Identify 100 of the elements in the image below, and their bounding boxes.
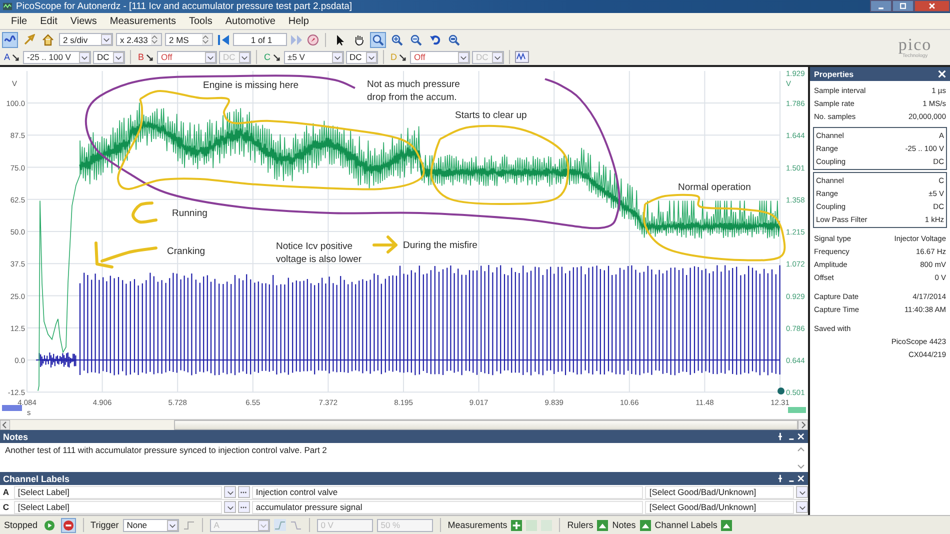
notes-text: Another test of 111 with accumulator pressure synced to injection control valve. Part 2: [5, 445, 327, 458]
window-title: PicoScope for Autonerdz - [111 Icv and accumulator pressure test part 2.psdata]: [16, 1, 352, 12]
compass-icon[interactable]: [307, 34, 319, 46]
annotation-text: Cranking: [167, 246, 206, 258]
chevron-down-icon: [81, 54, 88, 61]
panel-toggle-label: Rulers: [567, 520, 594, 530]
acquisition-state: Stopped: [4, 520, 38, 530]
annotation-text: Engine is missing here: [203, 80, 299, 92]
channel-letter: D: [390, 52, 398, 62]
add-measurement-icon[interactable]: [511, 520, 522, 531]
coupling-dropdown[interactable]: DC: [346, 50, 378, 64]
panel-controls-icon[interactable]: [777, 474, 805, 484]
magnifier-icon: [372, 34, 384, 46]
coupling-dropdown[interactable]: DC: [93, 50, 126, 64]
ruler-handle[interactable]: [778, 388, 784, 395]
scroll-right-button[interactable]: [798, 420, 808, 430]
label-dropdown[interactable]: [Select Label]: [14, 486, 222, 499]
more-button[interactable]: [238, 501, 250, 514]
channel-letter: A: [4, 52, 10, 62]
dropdown-button[interactable]: [224, 501, 236, 514]
show-panel-icon[interactable]: [721, 520, 732, 531]
trigger-mode-dropdown[interactable]: None: [122, 518, 179, 532]
hand-icon: [353, 34, 365, 46]
description-field[interactable]: Injection control valve: [252, 486, 644, 499]
maximize-icon: [899, 2, 907, 10]
channel-letter: C: [2, 502, 10, 512]
samples-spinbox[interactable]: 2 MS: [165, 33, 213, 46]
zoom-box-button[interactable]: [370, 32, 386, 48]
probe-icon[interactable]: [399, 54, 406, 61]
range-dropdown[interactable]: ±5 V: [284, 50, 344, 64]
home-button[interactable]: [40, 32, 56, 48]
menu-item[interactable]: Measurements: [110, 16, 176, 27]
scroll-left-button[interactable]: [0, 420, 10, 430]
range-dropdown[interactable]: -25 .. 100 V: [23, 50, 92, 64]
chevron-down-icon: [334, 54, 341, 61]
trigger-label: Trigger: [90, 520, 119, 530]
description-field[interactable]: accumulator pressure signal: [252, 500, 644, 514]
play-icon: [44, 520, 55, 531]
app-icon: [3, 2, 12, 12]
panel-toggle-label: Channel Labels: [654, 520, 718, 530]
dropdown-button[interactable]: [224, 486, 236, 498]
menu-item[interactable]: Help: [288, 16, 309, 27]
dropdown-button[interactable]: [796, 486, 808, 498]
zoom-in-icon: [391, 34, 403, 46]
first-page-icon[interactable]: [216, 34, 230, 46]
label-dropdown[interactable]: [Select Label]: [14, 500, 222, 514]
status-dropdown[interactable]: [Select Good/Bad/Unknown]: [645, 500, 794, 514]
scope-mode-button[interactable]: [2, 32, 18, 48]
timebase-dropdown[interactable]: 2 s/div: [59, 33, 113, 46]
chevron-down-icon: [368, 54, 375, 61]
home-icon: [42, 34, 54, 46]
annotation-text: Notice Icv positive voltage is also lower: [276, 241, 362, 266]
chevron-down-icon: [103, 36, 110, 44]
chevron-down-icon: [241, 54, 248, 61]
undo-icon: [429, 34, 441, 46]
spin-arrows-icon: [202, 34, 209, 46]
logo-wordmark: pico: [898, 36, 932, 54]
minimize-button[interactable]: [870, 0, 892, 12]
panel-title: Properties: [814, 70, 854, 79]
channel-settings-icon[interactable]: [515, 51, 530, 64]
chevron-down-icon: [168, 522, 176, 529]
show-panel-icon[interactable]: [640, 520, 651, 531]
more-button[interactable]: [238, 486, 250, 498]
cursor-icon: [334, 34, 346, 46]
annotation-text: Running: [172, 208, 208, 220]
channel-letter: A: [2, 487, 10, 498]
status-dropdown[interactable]: [Select Good/Bad/Unknown]: [645, 486, 794, 499]
menu-item[interactable]: File: [11, 16, 28, 27]
menu-item[interactable]: Views: [70, 16, 97, 27]
annotation-text: Not as much pressure drop from the accum.: [367, 79, 460, 104]
panel-title: Notes: [3, 432, 28, 442]
annotation-text: Starts to clear up: [455, 110, 527, 122]
probe-icon[interactable]: [146, 54, 154, 61]
stop-button[interactable]: [60, 518, 76, 533]
dropdown-button[interactable]: [796, 501, 808, 514]
annotation-text: During the misfire: [403, 240, 478, 252]
show-panel-icon[interactable]: [597, 520, 608, 531]
chevron-down-icon: [115, 54, 122, 61]
panel-toggle-label: Notes: [612, 520, 636, 530]
probe-icon[interactable]: [272, 54, 280, 61]
close-button[interactable]: [914, 0, 950, 12]
close-icon: [928, 2, 936, 10]
chevron-down-icon: [207, 54, 214, 61]
start-button[interactable]: [42, 518, 57, 533]
panel-toggle-label: Measurements: [448, 520, 508, 530]
chevron-down-icon: [260, 522, 267, 529]
axis-scale-marker[interactable]: [788, 407, 806, 414]
probe-icon[interactable]: [12, 54, 20, 61]
axis-scale-marker[interactable]: [2, 405, 22, 412]
zoom-spinbox[interactable]: x 2.433: [116, 33, 162, 46]
vertical-scrollbar-icon[interactable]: [796, 445, 806, 472]
scroll-thumb[interactable]: [174, 420, 798, 430]
panel-controls-icon[interactable]: [777, 432, 805, 442]
menu-item[interactable]: Automotive: [225, 16, 276, 27]
close-icon[interactable]: [938, 70, 946, 78]
menu-item[interactable]: Tools: [189, 16, 212, 27]
annotation-text: Normal operation: [678, 182, 751, 194]
panel-title: Channel Labels: [3, 474, 70, 484]
menu-item[interactable]: Edit: [40, 16, 58, 27]
maximize-button[interactable]: [892, 0, 914, 12]
